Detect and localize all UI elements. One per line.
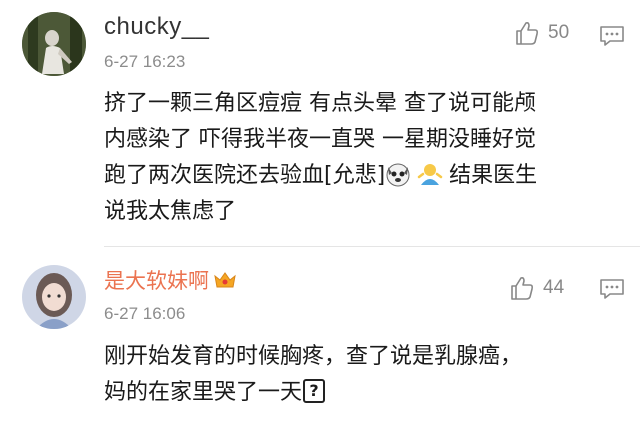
vip-crown-icon [214,272,236,288]
like-count: 44 [543,277,565,298]
comment-body: 刚开始发育的时候胸疼，查了说是乳腺癌， 妈的在家里哭了一天? [104,339,624,411]
timestamp: 6-27 16:23 [104,52,186,71]
comment-item: 是大软妹啊 6-27 16:06 44 刚开始发育的时候胸疼，查了说是乳腺癌， … [0,247,640,433]
like-button[interactable]: 50 [514,20,569,46]
comment-body: 挤了一颗三角区痘痘 有点头晕 查了说可能颅 内感染了 吓得我半夜一直哭 一星期没… [104,86,624,230]
like-icon [511,277,534,300]
comment-line-tail: 结果医生 [449,163,538,188]
reply-button[interactable] [598,24,626,48]
username[interactable]: 是大软妹啊 [104,268,237,294]
dog-emoji-icon [386,163,410,187]
reply-button[interactable] [598,277,626,301]
comment-line: 挤了一颗三角区痘痘 有点头晕 查了说可能颅 [104,91,536,116]
comment-item: chucky__ 6-27 16:23 50 挤了一颗三角区痘痘 有点头晕 查了… [0,0,640,246]
comment-line: 妈的在家里哭了一天 [104,380,303,405]
username[interactable]: chucky__ [104,14,209,40]
comment-line: 刚开始发育的时候胸疼，查了说是乳腺癌， [104,344,523,369]
like-count: 50 [548,22,570,43]
username-text: 是大软妹啊 [104,269,209,293]
question-box-icon: ? [303,379,326,403]
like-button[interactable]: 44 [509,275,564,301]
reply-icon [600,26,624,46]
comment-line: 说我太焦虑了 [104,199,237,224]
timestamp: 6-27 16:06 [104,304,186,323]
reply-icon [600,279,624,299]
comment-line: 跑了两次医院还去验血[允悲] [104,163,386,188]
shrug-emoji-icon [417,164,443,185]
comment-line: 内感染了 吓得我半夜一直哭 一星期没睡好觉 [104,127,536,152]
like-icon [516,22,539,45]
avatar[interactable] [22,265,86,329]
avatar[interactable] [22,12,86,76]
